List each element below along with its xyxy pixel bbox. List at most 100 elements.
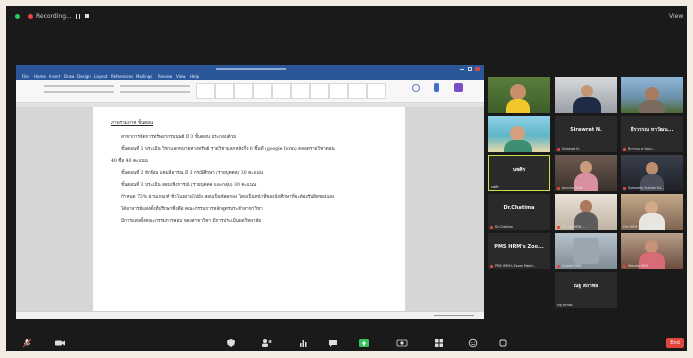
- participant-video-body: [504, 140, 532, 152]
- participant-tile[interactable]: PMS HRM's Zoo... PMS HRM's Zoom Meeti...: [488, 233, 550, 269]
- share-screen-icon[interactable]: [358, 338, 370, 348]
- zoom-slider[interactable]: [434, 315, 474, 316]
- video-camera-icon[interactable]: [54, 338, 66, 348]
- menu-tab[interactable]: Draw: [64, 74, 74, 79]
- menu-tab[interactable]: Layout: [94, 74, 108, 79]
- style-quote[interactable]: [348, 83, 367, 99]
- style-strong[interactable]: [329, 83, 348, 99]
- menu-tab[interactable]: Review: [158, 74, 172, 79]
- more-options-icon[interactable]: [498, 338, 508, 348]
- participant-name: ณฐ สถาพล: [573, 283, 599, 289]
- word-status-bar: [16, 311, 484, 319]
- green-shield-icon[interactable]: [15, 14, 20, 19]
- participant-tile[interactable]: Wanida HRM: [621, 233, 683, 269]
- menu-tab[interactable]: Help: [190, 74, 199, 79]
- style-emphasis[interactable]: [310, 83, 329, 99]
- participant-caption: ธีรวรรณ ทาวัฒน...: [628, 147, 655, 151]
- window-minimize-icon[interactable]: [460, 69, 464, 70]
- participant-video-body: [573, 97, 601, 113]
- window-close-icon[interactable]: [475, 67, 480, 71]
- style-normal[interactable]: [196, 83, 215, 99]
- participant-tile[interactable]: Pim HRM SAI...: [621, 194, 683, 230]
- muted-mic-icon: [490, 226, 493, 229]
- participant-tile[interactable]: [555, 77, 617, 113]
- muted-mic-icon: [623, 265, 626, 268]
- participant-tile[interactable]: [488, 116, 550, 152]
- participant-tile[interactable]: [488, 77, 550, 113]
- breakout-rooms-icon[interactable]: [434, 338, 444, 348]
- reactions-icon[interactable]: [468, 338, 478, 348]
- document-line: มีการแต่งตั้งคณะกรรมการสอบ ของสาขาวิชา ม…: [121, 219, 261, 224]
- menu-tab[interactable]: File: [22, 74, 29, 79]
- participant-name: นพศิร: [512, 167, 526, 173]
- participant-tile[interactable]: Suwatt HRM: [555, 233, 617, 269]
- participant-name: Dr.Chatima: [503, 205, 535, 211]
- participant-tile[interactable]: Sumontip Sukkae 64...: [621, 155, 683, 191]
- participant-caption: Suwatt HRM: [562, 264, 582, 268]
- zoom-window: Recording... View File Home Insert Draw …: [6, 6, 687, 351]
- menu-tab[interactable]: Mailings: [136, 74, 152, 79]
- participant-video-blur: [573, 238, 599, 264]
- muted-mic-icon: [623, 187, 626, 190]
- menu-tab[interactable]: View: [176, 74, 186, 79]
- style-title[interactable]: [272, 83, 291, 99]
- participants-icon[interactable]: [260, 338, 274, 348]
- window-maximize-icon[interactable]: [468, 67, 472, 71]
- menu-tab[interactable]: Home: [34, 74, 46, 79]
- style-no-spacing[interactable]: [215, 83, 234, 99]
- view-button[interactable]: View: [669, 13, 683, 21]
- participant-caption: Sirawrat N.: [562, 147, 580, 151]
- recording-label: Recording...: [36, 13, 72, 20]
- font-controls[interactable]: [44, 85, 114, 87]
- document-page[interactable]: ภาพรวมภาค ขั้นตอน สาขาการจัดการทรัพยากรม…: [93, 107, 405, 311]
- style-subtitle[interactable]: [291, 83, 310, 99]
- participant-tile[interactable]: ธีรวรรณ ทาวัฒน... ธีรวรรณ ทาวัฒน...: [621, 116, 683, 152]
- recording-icon[interactable]: [28, 14, 33, 19]
- polls-chart-icon[interactable]: [298, 338, 308, 348]
- muted-mic-icon: [557, 187, 560, 190]
- participant-name: Sirawrat N.: [570, 127, 602, 133]
- style-intense[interactable]: [367, 83, 386, 99]
- chat-bubble-icon[interactable]: [328, 338, 338, 348]
- zoom-controls-bar: End: [6, 335, 687, 351]
- style-heading-1[interactable]: [234, 83, 253, 99]
- stop-recording-icon[interactable]: [85, 14, 89, 18]
- participant-video-face: [510, 126, 525, 141]
- paragraph-align-controls[interactable]: [120, 91, 190, 93]
- participant-caption: Dr.Urai HRM ...: [562, 225, 586, 229]
- participant-tile[interactable]: Dr.Chatima Dr.Chatima: [488, 194, 550, 230]
- menu-tab[interactable]: Design: [77, 74, 91, 79]
- participant-video-face: [581, 85, 593, 97]
- participant-tile-active-speaker[interactable]: นพศิร นพศิร: [488, 155, 550, 191]
- document-line: 40 ชื่อ 40 คะแนน: [111, 159, 148, 164]
- menu-tab[interactable]: Insert: [49, 74, 60, 79]
- participant-video-face: [510, 84, 526, 100]
- word-title-bar: [16, 65, 484, 73]
- participant-tile[interactable]: Dr.Urai HRM ...: [555, 194, 617, 230]
- participant-video-body: [506, 99, 530, 113]
- style-heading-2[interactable]: [253, 83, 272, 99]
- participant-tile[interactable]: Anucha HRM: [555, 155, 617, 191]
- muted-mic-icon: [557, 148, 560, 151]
- security-shield-icon[interactable]: [226, 338, 236, 348]
- dictate-icon[interactable]: [434, 83, 439, 92]
- menu-tab[interactable]: References: [111, 74, 133, 79]
- word-title-line: [216, 68, 286, 70]
- paragraph-controls[interactable]: [120, 85, 190, 87]
- font-format-controls[interactable]: [44, 91, 114, 93]
- zoom-top-bar: Recording... View: [6, 6, 687, 28]
- participant-tile[interactable]: ณฐ สถาพล ณฐ สถาพล: [555, 272, 617, 308]
- word-menu-tabs: File Home Insert Draw Design Layout Refe…: [16, 73, 484, 80]
- muted-mic-icon: [490, 265, 493, 268]
- pause-recording-icon[interactable]: [76, 14, 80, 19]
- document-line: ขั้นตอนที่ 3 ประเมิน สอบเชิงการณ์ (รายบุ…: [121, 183, 257, 188]
- end-meeting-button[interactable]: End: [666, 338, 684, 348]
- document-line: กำหนด 75% ผ่านเกณฑ์ ชั่วโมงผ่านไปยัง สอบ…: [121, 195, 335, 200]
- editor-icon[interactable]: [454, 83, 463, 92]
- find-icon[interactable]: [412, 84, 420, 92]
- mute-mic-icon[interactable]: [22, 338, 32, 348]
- participant-tile[interactable]: [621, 77, 683, 113]
- participant-name: PMS HRM's Zoo...: [494, 244, 544, 250]
- record-icon[interactable]: [396, 338, 408, 348]
- participant-tile[interactable]: Sirawrat N. Sirawrat N.: [555, 116, 617, 152]
